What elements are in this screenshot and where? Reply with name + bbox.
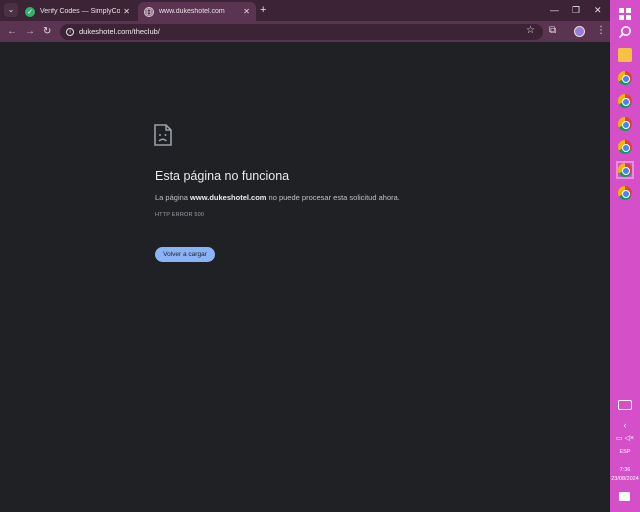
back-icon[interactable]: ←	[7, 25, 17, 38]
clock-date[interactable]: 23/08/2024	[610, 476, 640, 482]
search-icon[interactable]	[618, 25, 632, 39]
address-bar[interactable]: i dukeshotel.com/theclub/ ☆	[60, 24, 543, 40]
restore-icon[interactable]: ❐	[572, 3, 580, 17]
chevron-up-icon[interactable]: ‹	[610, 420, 640, 430]
error-desc-suffix: no puede procesar esta solicitud ahora.	[266, 193, 400, 202]
windows-taskbar: ‹ ▭ ◁× ESP 7:36 23/08/2024	[610, 0, 640, 512]
keyboard-icon[interactable]	[618, 400, 632, 410]
windows-start-icon[interactable]	[618, 7, 632, 21]
chrome-profile-icon[interactable]	[618, 186, 632, 200]
url-text[interactable]: dukeshotel.com/theclub/	[79, 27, 160, 36]
page-content: Esta página no funciona La página www.du…	[0, 42, 610, 512]
globe-icon	[144, 6, 154, 17]
tab-title: www.dukeshotel.com	[159, 8, 225, 15]
notifications-icon[interactable]	[619, 492, 630, 501]
tab-dukeshotel[interactable]: www.dukeshotel.com ✕	[138, 2, 256, 21]
chrome-profile-icon[interactable]	[618, 117, 632, 131]
error-description: La página www.dukeshotel.com no puede pr…	[155, 193, 400, 202]
site-info-icon[interactable]: i	[66, 28, 74, 36]
browser-toolbar: ← → ↻ i dukeshotel.com/theclub/ ☆ ⧉ ⋮	[0, 21, 610, 42]
minimize-icon[interactable]: —	[550, 3, 559, 17]
tab-strip: ⌄ ✓ Verify Codes — SimplyCodes ✕ www.duk…	[0, 0, 610, 21]
bookmark-star-icon[interactable]: ☆	[526, 25, 535, 36]
error-code: HTTP ERROR 500	[155, 212, 205, 218]
simplycodes-check-icon: ✓	[25, 6, 35, 17]
extensions-icon[interactable]: ⧉	[549, 24, 556, 38]
error-title: Esta página no funciona	[155, 169, 290, 183]
more-menu-icon[interactable]: ⋮	[596, 24, 606, 38]
error-desc-prefix: La página	[155, 193, 191, 202]
file-explorer-icon[interactable]	[618, 48, 632, 62]
error-desc-domain: www.dukeshotel.com	[190, 193, 267, 202]
chrome-profile-icon[interactable]	[618, 140, 632, 154]
forward-icon[interactable]: →	[25, 25, 35, 38]
reload-button[interactable]: Volver a cargar	[155, 247, 215, 262]
reload-icon[interactable]: ↻	[43, 25, 51, 38]
browser-window: ⌄ ✓ Verify Codes — SimplyCodes ✕ www.duk…	[0, 0, 610, 512]
tab-title: Verify Codes — SimplyCodes	[40, 8, 121, 15]
network-volume-icon[interactable]: ▭ ◁×	[610, 434, 640, 442]
clock-time[interactable]: 7:36	[610, 467, 640, 473]
close-icon[interactable]: ✕	[243, 7, 250, 16]
close-icon[interactable]: ✕	[123, 7, 130, 16]
profile-avatar[interactable]	[574, 26, 585, 37]
window-close-icon[interactable]: ✕	[594, 3, 602, 17]
tab-search-button[interactable]: ⌄	[4, 3, 18, 17]
chrome-icon[interactable]	[618, 71, 632, 85]
chrome-profile-icon[interactable]	[618, 94, 632, 108]
new-tab-button[interactable]: +	[260, 3, 266, 17]
sad-page-icon	[154, 124, 172, 146]
tab-simplycodes[interactable]: ✓ Verify Codes — SimplyCodes ✕	[19, 2, 136, 21]
language-indicator[interactable]: ESP	[610, 449, 640, 455]
chrome-profile-icon-active[interactable]	[616, 161, 634, 179]
